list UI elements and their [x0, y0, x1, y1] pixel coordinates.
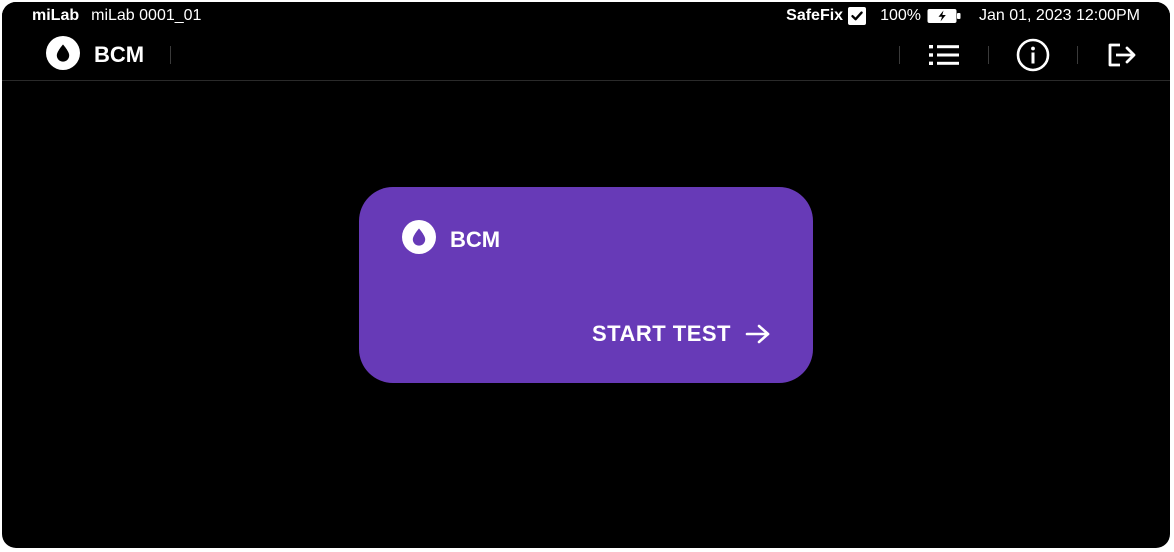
- info-button[interactable]: [1013, 35, 1053, 75]
- status-right: SafeFix 100% Jan 01, 2023 12:00PM: [786, 7, 1140, 25]
- divider: [170, 46, 172, 64]
- logout-icon: [1108, 43, 1136, 67]
- safefix-check-icon: [848, 7, 867, 25]
- battery-percent: 100%: [880, 7, 921, 24]
- list-icon: [929, 45, 959, 65]
- card-title: BCM: [450, 226, 501, 252]
- safefix-label: SafeFix: [786, 7, 844, 24]
- divider: [1077, 46, 1078, 64]
- logout-button[interactable]: [1102, 35, 1142, 75]
- drop-icon: [46, 35, 80, 75]
- app-name: miLab: [32, 7, 80, 24]
- card-header: BCM: [402, 220, 500, 259]
- datetime: Jan 01, 2023 12:00PM: [978, 7, 1140, 24]
- drop-icon: [402, 220, 436, 259]
- start-test-button[interactable]: START TEST: [592, 321, 771, 347]
- info-icon: [1016, 38, 1050, 72]
- bcm-test-card[interactable]: BCM START TEST: [359, 187, 813, 383]
- header-actions: [875, 30, 1142, 80]
- start-test-label: START TEST: [591, 321, 731, 346]
- list-button[interactable]: [924, 35, 964, 75]
- status-bar: miLab miLab 0001_01 SafeFix 100% Jan 01,…: [2, 2, 1170, 30]
- arrow-right-icon: [745, 324, 770, 344]
- status-left: miLab miLab 0001_01: [32, 7, 201, 25]
- battery-charging-icon: [927, 8, 961, 24]
- app-header: BCM: [2, 30, 1170, 81]
- device-id: miLab 0001_01: [91, 7, 202, 24]
- device-screen: miLab miLab 0001_01 SafeFix 100% Jan 01,…: [2, 2, 1170, 548]
- divider: [988, 46, 989, 64]
- page-title: BCM: [94, 42, 145, 67]
- divider: [899, 46, 900, 64]
- header-left: BCM: [46, 30, 172, 80]
